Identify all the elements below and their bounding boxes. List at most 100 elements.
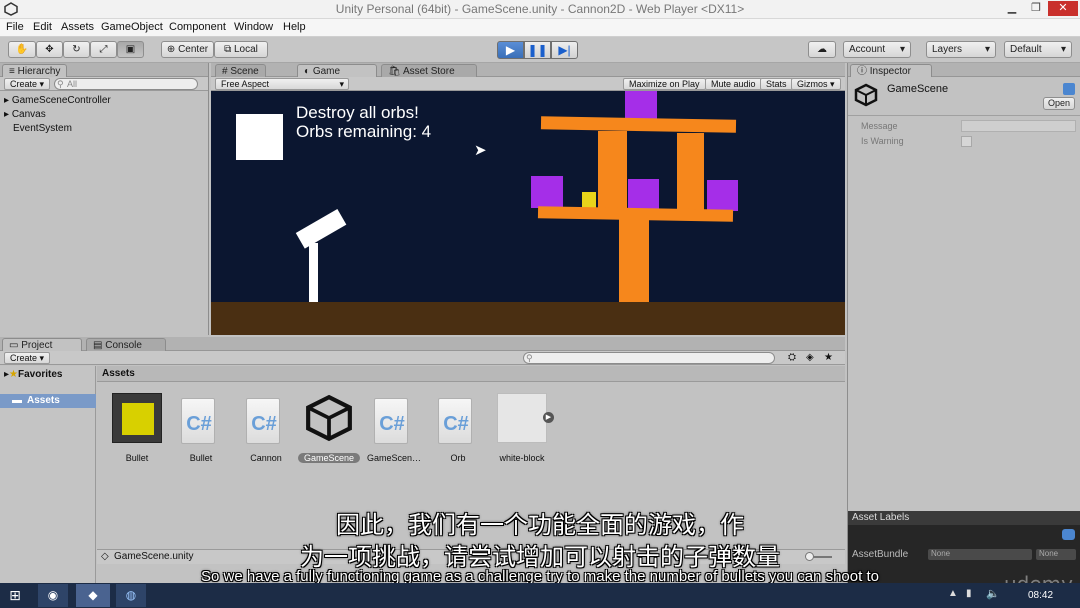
expand-arrow-icon[interactable]: ▶ [543,412,554,423]
close-button[interactable]: ✕ [1048,1,1078,16]
expand-arrow-icon: ▸ [4,109,10,120]
game-toolbar: Free Aspect ▾ Maximize on Play Mute audio… [211,77,845,91]
favorites-item[interactable]: ▸★Favorites [4,369,62,380]
taskbar-app-icon[interactable]: ◉ [38,584,68,607]
scale-tool-icon[interactable]: ⤢ [90,41,117,58]
windows-start-icon[interactable]: ⊞ [6,587,24,604]
step-button[interactable]: ▶| [551,41,578,59]
asset-label: Orb [450,453,466,463]
pause-button[interactable]: ❚❚ [524,41,551,59]
rotate-tool-icon[interactable]: ↻ [63,41,90,58]
tree-item-label: GameSceneController [11,95,111,106]
hand-tool-icon[interactable]: ✋ [8,41,36,58]
stats-toggle[interactable]: Stats [760,78,793,90]
asset-bundle-dropdown[interactable]: None [928,549,1032,560]
pivot-local-label: Local [234,44,258,55]
tab-project[interactable]: ▭ Project [2,338,82,351]
pivot-local-button[interactable]: ⧉ Local [214,41,268,58]
asset-item[interactable]: ▶ white-block [494,392,554,463]
csharp-script-icon: C# [181,398,215,444]
settings-icon[interactable] [1063,83,1075,95]
menu-help[interactable]: Help [283,21,306,33]
tab-console[interactable]: ▤ Console [86,338,166,351]
folder-icon: ▬ [12,395,22,406]
tab-console-label: Console [105,340,142,351]
game-view[interactable]: Destroy all orbs! Orbs remaining: 4 ➤ [211,91,845,335]
menu-assets[interactable]: Assets [61,21,94,33]
network-icon[interactable]: ▮ [966,588,972,599]
folder-icon: ▭ [9,340,19,351]
cannon-barrel [295,209,347,249]
hierarchy-create-dropdown[interactable]: Create ▾ [4,78,51,90]
aspect-label: Free Aspect [221,79,270,89]
move-tool-icon[interactable]: ✥ [36,41,63,58]
layers-dropdown[interactable]: Layers ▾ [926,41,996,58]
menu-window[interactable]: Window [234,21,273,33]
tab-inspector[interactable]: ⓘ Inspector [850,64,932,77]
chevron-down-icon: ▾ [1060,44,1066,55]
browser-taskbar-icon[interactable]: ◍ [116,584,146,607]
filter-label-icon[interactable]: ◈ [806,352,814,363]
tray-arrow-icon[interactable]: ▲ [948,588,958,599]
layout-dropdown[interactable]: Default ▾ [1004,41,1072,58]
project-search-input[interactable]: ⚲ [523,352,775,364]
favorite-star-icon[interactable]: ★ [824,352,833,363]
rect-tool-icon[interactable]: ▣ [117,41,144,58]
aspect-dropdown[interactable]: Free Aspect ▾ [215,78,349,90]
asset-item[interactable]: C# Bullet [173,392,229,463]
tab-hierarchy[interactable]: ≡ Hierarchy [2,64,68,77]
orb [625,91,657,119]
unity-scene-icon [304,393,354,443]
mute-audio-toggle[interactable]: Mute audio [705,78,762,90]
asset-item[interactable]: Bullet [109,392,165,463]
tower-pillar [677,133,704,210]
unity-file-icon: ◇ [101,551,109,562]
message-label: Message [861,121,898,131]
menu-component[interactable]: Component [169,21,226,33]
tab-asset-store[interactable]: 🛍 Asset Store [381,64,477,77]
asset-item[interactable]: C# GameScen… [366,392,422,463]
tag-icon[interactable] [1062,529,1075,540]
csharp-script-icon: C# [438,398,472,444]
hierarchy-toolbar: Create ▾ ⚲ All [0,77,208,91]
tab-scene[interactable]: # Scene [215,64,266,77]
tab-project-label: Project [21,340,53,351]
gizmos-dropdown[interactable]: Gizmos ▾ [791,78,841,90]
asset-bundle-variant-dropdown[interactable]: None [1036,549,1076,560]
subtitle-cn-line1: 因此，我们有一个功能全面的游戏，作 [336,511,744,539]
open-button[interactable]: Open [1043,97,1075,110]
asset-item[interactable]: C# Orb [430,392,486,463]
menu-gameobject[interactable]: GameObject [101,21,163,33]
project-create-dropdown[interactable]: Create ▾ [4,352,51,364]
minimize-button[interactable]: ▁ [1000,1,1024,16]
account-dropdown[interactable]: Account ▾ [843,41,911,58]
play-button[interactable]: ▶ [497,41,524,59]
toolbar: ✋ ✥ ↻ ⤢ ▣ ⊕ Center ⧉ Local ▶ ❚❚ ▶| ☁ Acc… [0,37,1080,63]
is-warning-checkbox[interactable] [961,136,972,147]
volume-icon[interactable]: 🔈 [986,587,1000,600]
assets-folder-item[interactable]: ▬ Assets [0,394,96,408]
gizmos-label: Gizmos [797,79,828,89]
tree-item-label: EventSystem [13,123,72,134]
tab-game[interactable]: ◐ Game [297,64,377,77]
assets-folder-label: Assets [27,395,60,406]
asset-item[interactable]: C# Cannon [238,392,294,463]
asset-item[interactable]: GameScene [298,392,360,463]
unity-taskbar-icon[interactable]: ◆ [76,584,110,607]
tree-item-label: Canvas [11,109,46,120]
menu-edit[interactable]: Edit [33,21,52,33]
cloud-icon[interactable]: ☁ [808,41,836,58]
pivot-center-button[interactable]: ⊕ Center [161,41,214,58]
asset-label: Bullet [125,453,149,463]
message-field[interactable] [961,120,1076,132]
hierarchy-search-input[interactable]: ⚲ All [54,78,198,90]
subtitle-cn-line2: 为一项挑战，请尝试增加可以射击的子弹数量 [300,543,780,571]
menu-file[interactable]: File [6,21,24,33]
maximize-button[interactable]: ❐ [1024,1,1048,16]
local-icon: ⧉ [224,44,232,55]
tree-item[interactable]: ▸ GameSceneController [4,95,111,106]
tree-item[interactable]: ▸ Canvas [4,109,46,120]
tree-item[interactable]: EventSystem [13,123,72,134]
maximize-on-play-toggle[interactable]: Maximize on Play [623,78,706,90]
filter-type-icon[interactable]: ⛭ [788,352,796,363]
